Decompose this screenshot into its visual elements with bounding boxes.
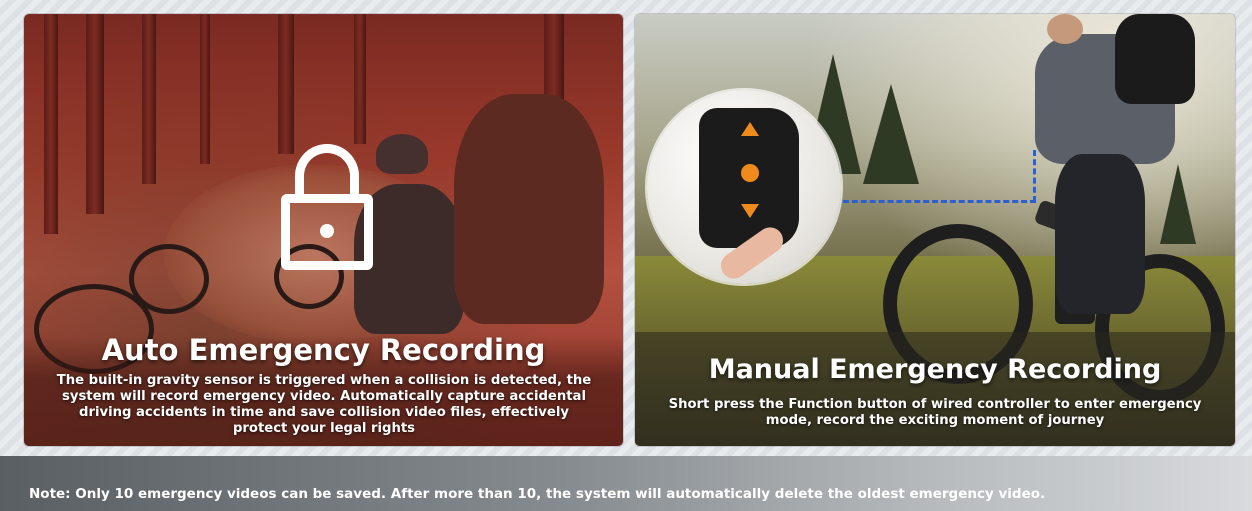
pointer-line-vertical <box>1033 150 1036 202</box>
cyclist-head <box>1047 14 1083 44</box>
forest-tree <box>278 14 294 154</box>
controller-icon <box>699 108 799 248</box>
pointer-line <box>843 200 1036 203</box>
note-bar: Note: Only 10 emergency videos can be sa… <box>0 456 1252 511</box>
panel-title: Auto Emergency Recording <box>101 333 546 367</box>
auto-recording-panel: Auto Emergency Recording The built-in gr… <box>24 14 623 446</box>
forest-tree <box>354 14 366 144</box>
forest-tree <box>142 14 156 184</box>
note-text: Note: Only 10 emergency videos can be sa… <box>29 486 1046 502</box>
backpack <box>1115 14 1195 104</box>
down-arrow-icon <box>741 204 759 218</box>
pine-tree <box>863 84 919 184</box>
panel-title: Manual Emergency Recording <box>708 354 1162 385</box>
cyclist-legs <box>1055 154 1145 314</box>
forest-tree <box>86 14 104 214</box>
forest-tree <box>44 14 58 234</box>
helmet <box>376 134 428 174</box>
up-arrow-icon <box>741 122 759 136</box>
panel-description: The built-in gravity sensor is triggered… <box>56 373 592 436</box>
manual-recording-panel: Manual Emergency Recording Short press t… <box>635 14 1235 446</box>
function-button-icon <box>741 164 759 182</box>
pine-tree <box>1160 164 1196 244</box>
controller-closeup <box>647 90 841 284</box>
forest-tree <box>200 14 210 164</box>
helper-person <box>454 94 604 324</box>
panel-description: Short press the Function button of wired… <box>668 397 1202 428</box>
